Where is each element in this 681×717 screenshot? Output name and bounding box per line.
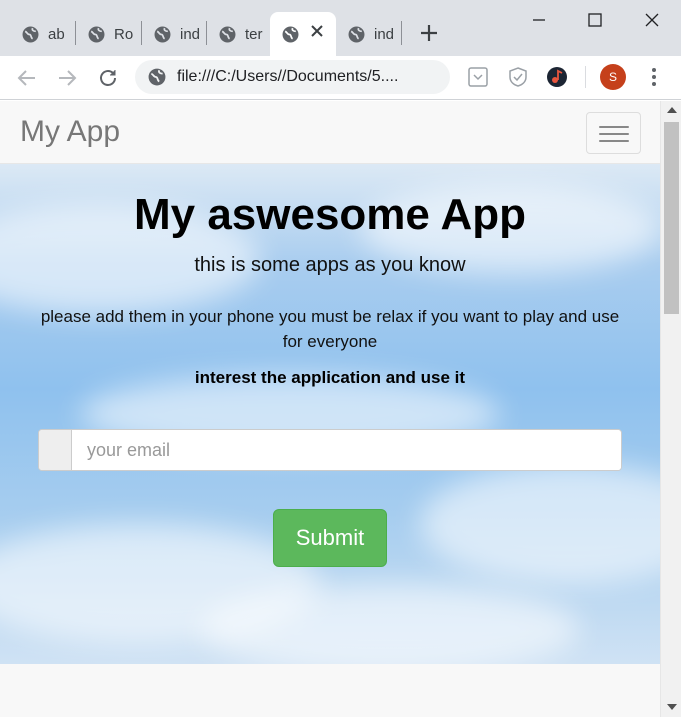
submit-button[interactable]: Submit (273, 509, 387, 567)
back-arrow-icon[interactable] (15, 66, 39, 90)
globe-icon (282, 26, 299, 42)
new-tab-icon[interactable] (418, 22, 440, 44)
page-viewport: My App My aswesome App this is some apps… (0, 101, 660, 717)
browser-toolbar: file:///C:/Users//Documents/5.... S (0, 56, 681, 100)
page-scrollbar[interactable] (660, 101, 681, 717)
globe-icon (148, 68, 166, 86)
close-window-icon[interactable] (640, 8, 664, 32)
browser-tab-3[interactable]: ind (142, 12, 204, 56)
browser-tab-6[interactable]: ind (336, 12, 398, 56)
cloud-decoration (420, 464, 660, 584)
hero-description: please add them in your phone you must b… (40, 307, 620, 351)
navbar-toggle-button[interactable] (586, 112, 641, 154)
hero-subtitle: this is some apps as you know (194, 254, 466, 276)
hamburger-icon (599, 140, 629, 142)
scroll-up-arrow-icon[interactable] (667, 107, 677, 113)
globe-icon (219, 26, 236, 42)
maximize-icon[interactable] (583, 8, 607, 32)
reload-icon[interactable] (96, 66, 120, 90)
email-input[interactable] (73, 430, 621, 470)
globe-icon (88, 26, 105, 42)
navbar-brand[interactable]: My App (20, 115, 120, 149)
hero-section: My aswesome App this is some apps as you… (0, 164, 660, 664)
close-icon[interactable] (310, 24, 324, 38)
cloud-decoration (200, 584, 580, 664)
scrollbar-thumb[interactable] (664, 122, 679, 314)
forward-arrow-icon[interactable] (55, 66, 79, 90)
browser-tab-2[interactable]: Ro (76, 12, 138, 56)
tab-title: ind (374, 25, 395, 43)
hero-emphasis: interest the application and use it (194, 368, 466, 387)
menu-dots-icon[interactable] (643, 66, 665, 88)
extension-shield-icon[interactable] (507, 66, 529, 88)
navbar: My App (0, 101, 660, 164)
toolbar-separator (585, 66, 586, 88)
input-addon (39, 430, 72, 470)
tab-separator (401, 21, 402, 45)
tab-strip: ab Ro ind ter ind (0, 0, 681, 56)
hero-title: My aswesome App (133, 190, 527, 239)
extension-pocket-icon[interactable] (467, 66, 489, 88)
browser-tab-4[interactable]: ter (207, 12, 269, 56)
email-input-group (38, 429, 622, 471)
hamburger-icon (599, 133, 629, 135)
minimize-icon[interactable] (527, 8, 551, 32)
address-bar[interactable]: file:///C:/Users//Documents/5.... (135, 60, 450, 94)
browser-tab-active[interactable] (270, 12, 336, 56)
tab-title: ab (48, 25, 65, 43)
browser-tab-1[interactable]: ab (10, 12, 72, 56)
tab-title: ter (245, 25, 263, 43)
scroll-down-arrow-icon[interactable] (667, 704, 677, 710)
tab-title: ind (180, 25, 201, 43)
extension-music-icon[interactable] (546, 66, 568, 88)
tab-title: Ro (114, 25, 134, 43)
globe-icon (22, 26, 39, 42)
globe-icon (348, 26, 365, 42)
hamburger-icon (599, 126, 629, 128)
profile-avatar[interactable]: S (600, 64, 626, 90)
globe-icon (154, 26, 171, 42)
address-text: file:///C:/Users//Documents/5.... (177, 68, 399, 85)
